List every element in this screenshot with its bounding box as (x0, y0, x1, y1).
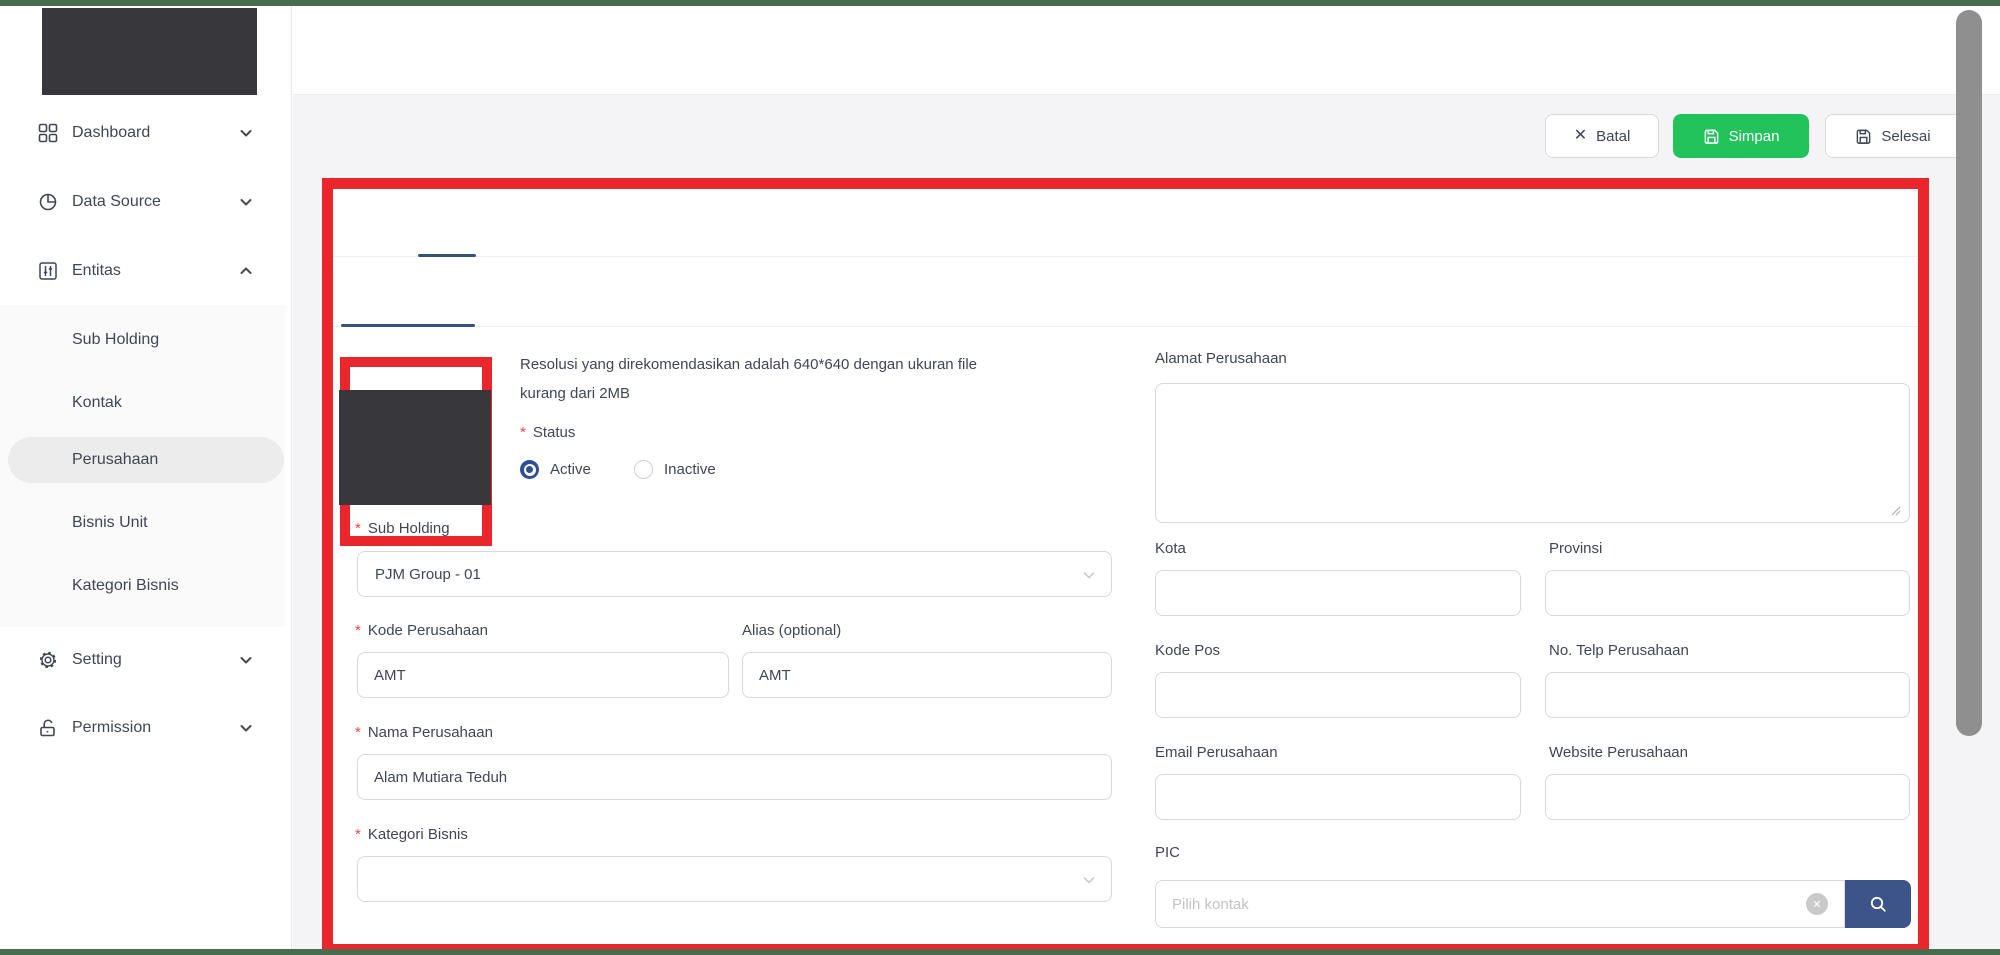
chevron-up-icon (238, 263, 254, 279)
simpan-button-label: Simpan (1728, 127, 1780, 145)
sidebar-subitem-label: Kontak (72, 394, 122, 411)
pie-chart-icon (38, 192, 58, 212)
tabs-divider (333, 256, 1918, 257)
sidebar-item-permission[interactable]: Permission (0, 706, 292, 750)
kode-pos-label: Kode Pos (1155, 642, 1221, 659)
kota-label: Kota (1155, 540, 1186, 557)
app-root: Dashboard Data Source Entitas Sub Holdin… (0, 0, 2000, 955)
sidebar-item-label: Permission (72, 719, 152, 736)
chevron-down-icon (238, 652, 254, 668)
pic-label: PIC (1155, 844, 1181, 861)
unlock-icon (38, 718, 58, 738)
app-logo (42, 8, 257, 95)
sidebar-item-label: Entitas (72, 262, 121, 279)
status-label: * Status (520, 424, 576, 441)
search-button[interactable] (1845, 880, 1911, 928)
sidebar-item-bisnis-unit[interactable]: Bisnis Unit (8, 500, 284, 546)
vertical-scrollbar[interactable] (1956, 10, 1982, 736)
selesai-button-label: Selesai (1881, 127, 1931, 145)
kota-input[interactable] (1155, 570, 1521, 616)
sub-holding-select-value: PJM Group - 01 (375, 565, 481, 583)
chevron-down-icon (238, 125, 254, 141)
sliders-icon (38, 261, 58, 281)
sidebar-subitem-label: Perusahaan (72, 451, 159, 468)
radio-dot-unselected (634, 460, 653, 479)
close-icon: ✕ (1573, 127, 1588, 144)
chevron-down-icon (1081, 567, 1097, 583)
kategori-bisnis-label: * Kategori Bisnis (355, 826, 468, 843)
subtab-underline (341, 324, 475, 327)
gear-icon (38, 650, 58, 670)
sidebar-item-label: Setting (72, 651, 122, 668)
sidebar-item-perusahaan[interactable]: Perusahaan (8, 437, 284, 483)
kategori-bisnis-select[interactable] (357, 856, 1112, 902)
alias-label: Alias (optional) (742, 622, 842, 639)
radio-inactive-label: Inactive (664, 461, 716, 478)
batal-button-label: Batal (1596, 127, 1631, 145)
sidebar-subitem-label: Kategori Bisnis (72, 577, 179, 594)
save-icon (1855, 128, 1872, 145)
kode-perusahaan-label: * Kode Perusahaan (355, 622, 488, 639)
clear-icon[interactable]: ✕ (1806, 893, 1828, 915)
company-logo-redacted[interactable] (339, 390, 491, 505)
required-marker: * (520, 424, 526, 441)
alamat-label: Alamat Perusahaan (1155, 350, 1287, 367)
provinsi-label: Provinsi (1549, 540, 1603, 557)
selesai-button[interactable]: Selesai (1825, 114, 1961, 158)
batal-button[interactable]: ✕ Batal (1545, 114, 1659, 158)
kode-perusahaan-input[interactable] (357, 652, 729, 698)
chevron-down-icon (1081, 872, 1097, 888)
pic-search-input[interactable] (1155, 880, 1845, 928)
save-icon (1703, 128, 1720, 145)
sidebar-item-label: Dashboard (72, 124, 151, 141)
telp-label: No. Telp Perusahaan (1549, 642, 1689, 659)
sub-holding-label: * Sub Holding (355, 520, 450, 537)
radio-active-label: Active (550, 461, 591, 478)
frame-border-bottom (0, 949, 2000, 955)
tab-details-underline (418, 254, 476, 257)
top-header (293, 6, 2000, 95)
nama-perusahaan-input[interactable] (357, 754, 1112, 800)
alamat-textarea[interactable] (1155, 383, 1910, 523)
sidebar-subitem-label: Bisnis Unit (72, 514, 148, 531)
sidebar-item-setting[interactable]: Setting (0, 638, 292, 682)
hint-line-2: kurang dari 2MB (520, 385, 631, 402)
subtabs-divider (333, 326, 1918, 327)
search-icon (1869, 895, 1887, 913)
sidebar-item-kategori-bisnis[interactable]: Kategori Bisnis (8, 563, 284, 609)
sidebar-item-label: Data Source (72, 193, 161, 210)
website-input[interactable] (1545, 774, 1910, 820)
provinsi-input[interactable] (1545, 570, 1910, 616)
nama-perusahaan-label: * Nama Perusahaan (355, 724, 493, 741)
sidebar-subitem-label: Sub Holding (72, 331, 160, 348)
sidebar: Dashboard Data Source Entitas Sub Holdin… (0, 6, 292, 949)
website-label: Website Perusahaan (1549, 744, 1688, 761)
sidebar-item-kontak[interactable]: Kontak (8, 380, 284, 426)
logo-resolution-hint: Resolusi yang direkomendasikan adalah 64… (520, 350, 990, 408)
chevron-down-icon (238, 194, 254, 210)
email-input[interactable] (1155, 774, 1521, 820)
sidebar-item-sub-holding[interactable]: Sub Holding (8, 317, 284, 363)
radio-inactive[interactable]: Inactive (634, 460, 716, 479)
simpan-button[interactable]: Simpan (1673, 114, 1809, 158)
grid-icon (38, 123, 58, 143)
resize-handle-icon[interactable] (1888, 503, 1902, 517)
radio-dot-selected (520, 460, 539, 479)
radio-active[interactable]: Active (520, 460, 591, 479)
sidebar-item-entitas[interactable]: Entitas (0, 249, 292, 293)
email-label: Email Perusahaan (1155, 744, 1278, 761)
sidebar-item-dashboard[interactable]: Dashboard (0, 111, 292, 155)
sub-holding-select[interactable]: PJM Group - 01 (357, 551, 1112, 597)
alias-input[interactable] (742, 652, 1112, 698)
hint-line-1: Resolusi yang direkomendasikan adalah 64… (520, 356, 977, 373)
sidebar-item-data-source[interactable]: Data Source (0, 180, 292, 224)
chevron-down-icon (238, 720, 254, 736)
frame-border-top (0, 0, 2000, 6)
telp-input[interactable] (1545, 672, 1910, 718)
kode-pos-input[interactable] (1155, 672, 1521, 718)
